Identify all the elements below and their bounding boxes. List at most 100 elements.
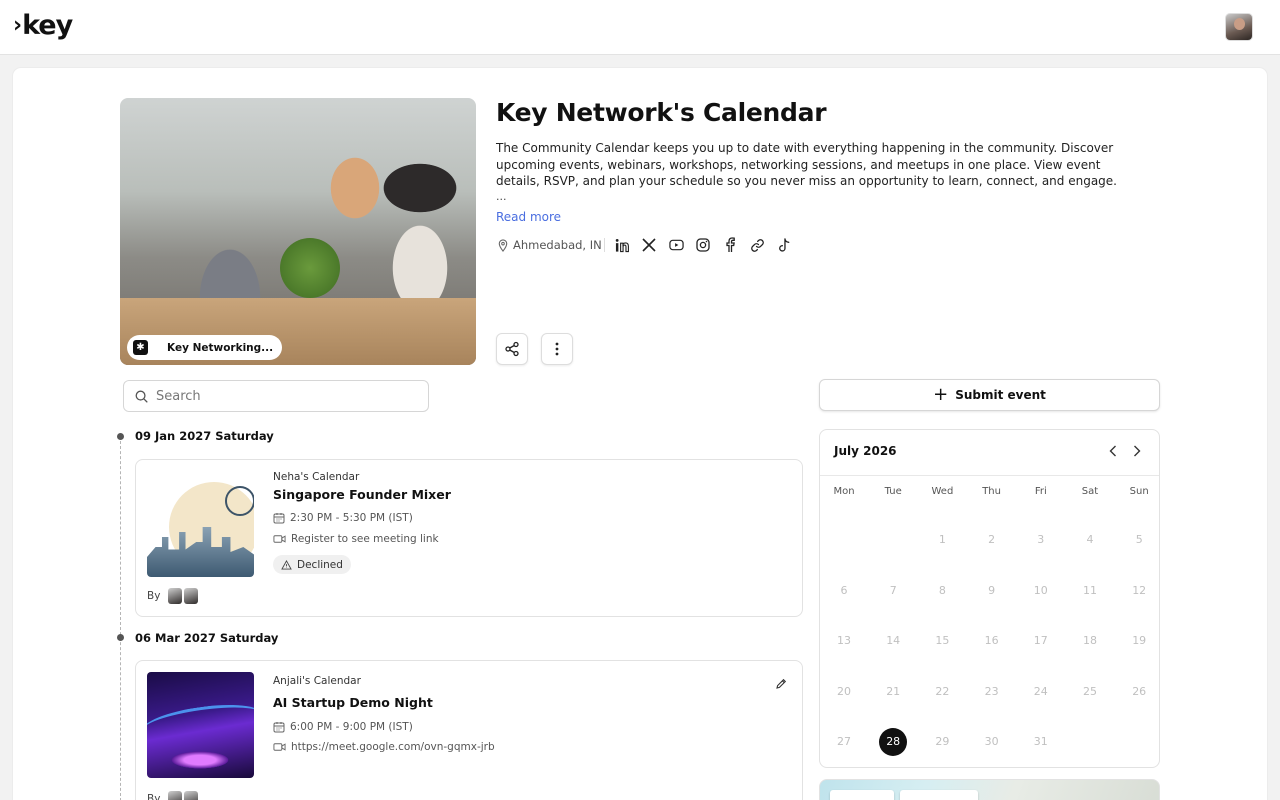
calendar-owner-tag[interactable]: ✱ Key Networking... — [127, 335, 283, 360]
user-avatar[interactable] — [1225, 13, 1253, 41]
event-meeting: https://meet.google.com/ovn-gqmx-jrb — [273, 741, 495, 753]
social-links — [614, 237, 792, 253]
calendar-day[interactable]: 13 — [830, 627, 858, 655]
calendar-day[interactable]: 11 — [1076, 577, 1104, 605]
calendar-day[interactable]: 14 — [879, 627, 907, 655]
tiktok-icon[interactable] — [776, 237, 792, 253]
calendar-day[interactable]: 4 — [1076, 526, 1104, 554]
event-card-singapore-founder-mixer[interactable]: Neha's Calendar Singapore Founder Mixer … — [135, 459, 803, 617]
prev-month-button[interactable] — [1105, 443, 1121, 459]
calendar-day[interactable]: 17 — [1027, 627, 1055, 655]
calendar-cover-image — [120, 98, 476, 365]
event-card-ai-startup-demo-night[interactable]: Anjali's Calendar AI Startup Demo Night … — [135, 660, 803, 800]
event-title[interactable]: AI Startup Demo Night — [273, 695, 433, 710]
read-more-link[interactable]: Read more — [496, 210, 561, 224]
event-hosts: By — [147, 588, 199, 604]
cover-plant — [280, 238, 340, 298]
event-thumbnail — [147, 672, 254, 778]
thumb-wheel — [225, 486, 254, 516]
youtube-icon[interactable] — [668, 237, 684, 253]
event-meeting-link[interactable]: https://meet.google.com/ovn-gqmx-jrb — [291, 741, 495, 753]
calendar-day[interactable]: 1 — [928, 526, 956, 554]
submit-event-button[interactable]: + Submit event — [819, 379, 1160, 411]
calendar-icon — [273, 513, 285, 524]
map-type-control[interactable] — [830, 790, 894, 800]
calendar-day[interactable]: 19 — [1125, 627, 1153, 655]
calendar-day[interactable]: 16 — [978, 627, 1006, 655]
status-badge: Declined — [273, 555, 351, 574]
calendar-day[interactable]: 24 — [1027, 678, 1055, 706]
search-box — [123, 380, 429, 412]
calendar-day[interactable]: 31 — [1027, 728, 1055, 756]
weekday-label: Fri — [1034, 486, 1047, 497]
link-icon[interactable] — [749, 237, 765, 253]
calendar-day[interactable]: 27 — [830, 728, 858, 756]
pencil-icon — [776, 678, 787, 689]
month-calendar: July 2026 Mon Tue Wed Thu Fri Sat Sun 1 2 3 4 5 6 7 8 9… — [819, 429, 1160, 768]
warning-icon — [281, 559, 292, 570]
calendar-month-label: July 2026 — [834, 444, 897, 458]
next-month-button[interactable] — [1129, 443, 1145, 459]
facebook-icon[interactable] — [722, 237, 738, 253]
calendar-day[interactable]: 29 — [928, 728, 956, 756]
calendar-day[interactable]: 7 — [879, 577, 907, 605]
calendar-day[interactable]: 12 — [1125, 577, 1153, 605]
weekday-label: Wed — [931, 486, 954, 497]
calendar-day[interactable]: 18 — [1076, 627, 1104, 655]
host-avatar[interactable] — [168, 791, 183, 800]
calendar-day[interactable]: 22 — [928, 678, 956, 706]
calendar-day[interactable]: 21 — [879, 678, 907, 706]
timeline-line — [120, 436, 121, 800]
calendar-day[interactable]: 9 — [978, 577, 1006, 605]
video-icon — [273, 535, 286, 543]
status-text: Declined — [297, 558, 343, 571]
by-label: By — [147, 793, 161, 800]
calendar-day[interactable]: 5 — [1125, 526, 1153, 554]
share-icon — [505, 341, 519, 357]
calendar-day[interactable]: 30 — [978, 728, 1006, 756]
calendar-day[interactable]: 6 — [830, 577, 858, 605]
calendar-day[interactable]: 26 — [1125, 678, 1153, 706]
search-input[interactable] — [156, 388, 406, 404]
more-options-button[interactable] — [541, 333, 573, 365]
host-avatar[interactable] — [184, 588, 199, 604]
satellite-control[interactable] — [900, 790, 978, 800]
calendar-day[interactable]: 10 — [1027, 577, 1055, 605]
edit-event-button[interactable] — [775, 675, 787, 694]
thumb-wave — [147, 698, 254, 746]
share-button[interactable] — [496, 333, 528, 365]
calendar-divider — [820, 475, 1159, 476]
weekday-label: Thu — [982, 486, 1001, 497]
event-time-text: 6:00 PM - 9:00 PM (IST) — [290, 721, 413, 733]
calendar-day[interactable]: 8 — [928, 577, 956, 605]
host-avatar[interactable] — [184, 791, 199, 800]
host-avatar[interactable] — [168, 588, 183, 604]
calendar-day[interactable]: 2 — [978, 526, 1006, 554]
owner-tag-label: Key Networking... — [167, 341, 274, 354]
calendar-day[interactable]: 23 — [978, 678, 1006, 706]
video-icon — [273, 743, 286, 751]
event-calendar-name[interactable]: Anjali's Calendar — [273, 675, 361, 687]
instagram-icon[interactable] — [695, 237, 711, 253]
x-icon[interactable] — [641, 237, 657, 253]
timeline-dot — [117, 634, 124, 641]
plus-icon: + — [933, 383, 949, 405]
event-title[interactable]: Singapore Founder Mixer — [273, 487, 451, 502]
divider — [604, 238, 605, 252]
calendar-day[interactable]: 20 — [830, 678, 858, 706]
weekday-label: Sun — [1129, 486, 1149, 497]
location-map[interactable] — [819, 779, 1160, 800]
calendar-day[interactable]: 25 — [1076, 678, 1104, 706]
submit-event-label: Submit event — [955, 388, 1046, 402]
event-time: 6:00 PM - 9:00 PM (IST) — [273, 721, 413, 733]
chevron-right-icon — [1134, 445, 1141, 457]
calendar-description: The Community Calendar keeps you up to d… — [496, 141, 1117, 189]
linkedin-icon[interactable] — [614, 237, 630, 253]
weekday-label: Tue — [884, 486, 902, 497]
weekday-label: Mon — [833, 486, 855, 497]
calendar-day[interactable]: 3 — [1027, 526, 1055, 554]
event-calendar-name[interactable]: Neha's Calendar — [273, 471, 359, 483]
key-logo[interactable]: › key — [13, 10, 73, 41]
calendar-day-selected[interactable]: 28 — [879, 728, 908, 756]
calendar-day[interactable]: 15 — [928, 627, 956, 655]
